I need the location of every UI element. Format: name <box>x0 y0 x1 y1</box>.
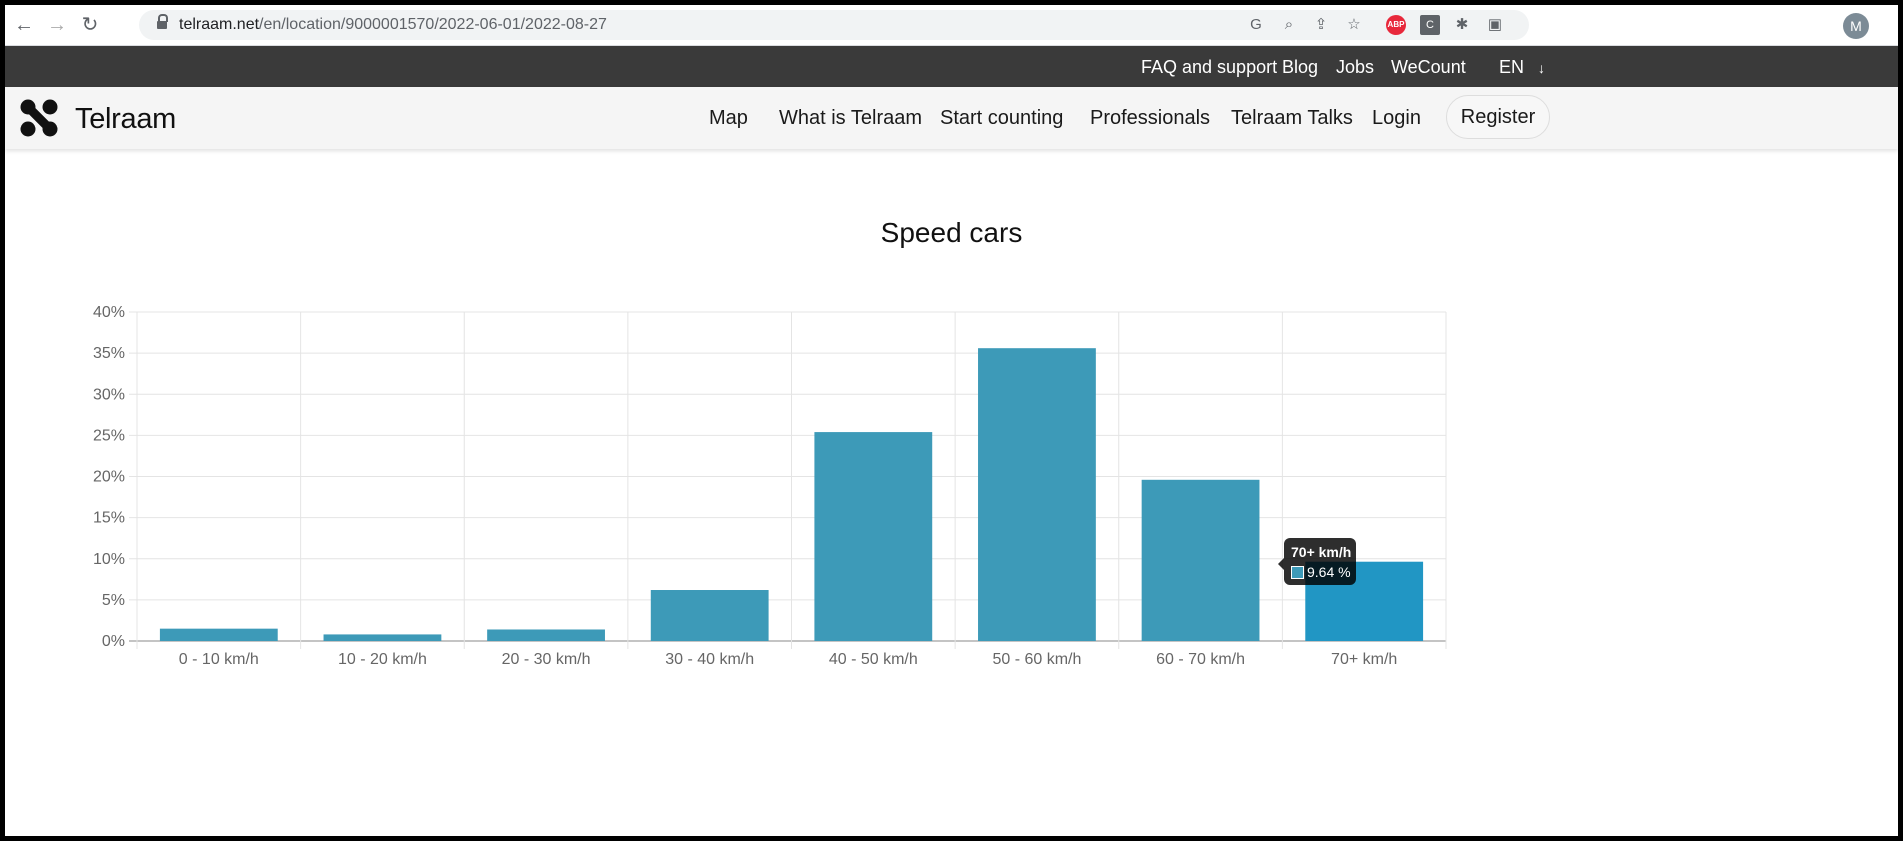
y-tick-label: 35% <box>93 345 125 362</box>
bar-60-70-km-h[interactable] <box>1141 479 1260 641</box>
tooltip-title: 70+ km/h <box>1291 544 1352 560</box>
y-tick-label: 0% <box>102 633 125 650</box>
y-tick-label: 25% <box>93 427 125 444</box>
tooltip-color-swatch <box>1291 566 1304 579</box>
bar-0-10-km-h[interactable] <box>159 628 278 641</box>
y-tick-label: 10% <box>93 551 125 568</box>
x-tick-label: 0 - 10 km/h <box>179 651 259 668</box>
x-tick-label: 30 - 40 km/h <box>665 651 754 668</box>
chart-tooltip: 70+ km/h 9.64 % <box>1278 538 1356 585</box>
y-tick-label: 20% <box>93 469 125 486</box>
y-tick-label: 5% <box>102 592 125 609</box>
bar-50-60-km-h[interactable] <box>978 348 1096 641</box>
speed-cars-bar-chart: 0% 5% 10% 15% 20% 25% 30% 35% 40% 0 - 10 km/h 10 -… <box>93 304 1447 668</box>
x-tick-label: 20 - 30 km/h <box>502 651 591 668</box>
y-tick-label: 30% <box>93 386 125 403</box>
x-tick-label: 10 - 20 km/h <box>338 651 427 668</box>
x-tick-label: 50 - 60 km/h <box>992 651 1081 668</box>
bar-30-40-km-h[interactable] <box>650 590 769 641</box>
y-tick-label: 40% <box>93 304 125 321</box>
x-tick-label: 70+ km/h <box>1331 651 1397 668</box>
x-tick-label: 40 - 50 km/h <box>829 651 918 668</box>
tooltip-value: 9.64 % <box>1307 564 1351 580</box>
browser-window: ← → ↻ telraam.net/en/location/9000001570… <box>5 5 1898 836</box>
bar-10-20-km-h[interactable] <box>323 634 442 641</box>
x-tick-label: 60 - 70 km/h <box>1156 651 1245 668</box>
y-tick-label: 15% <box>93 510 125 527</box>
bar-20-30-km-h[interactable] <box>487 629 605 641</box>
bar-40-50-km-h[interactable] <box>814 432 933 641</box>
